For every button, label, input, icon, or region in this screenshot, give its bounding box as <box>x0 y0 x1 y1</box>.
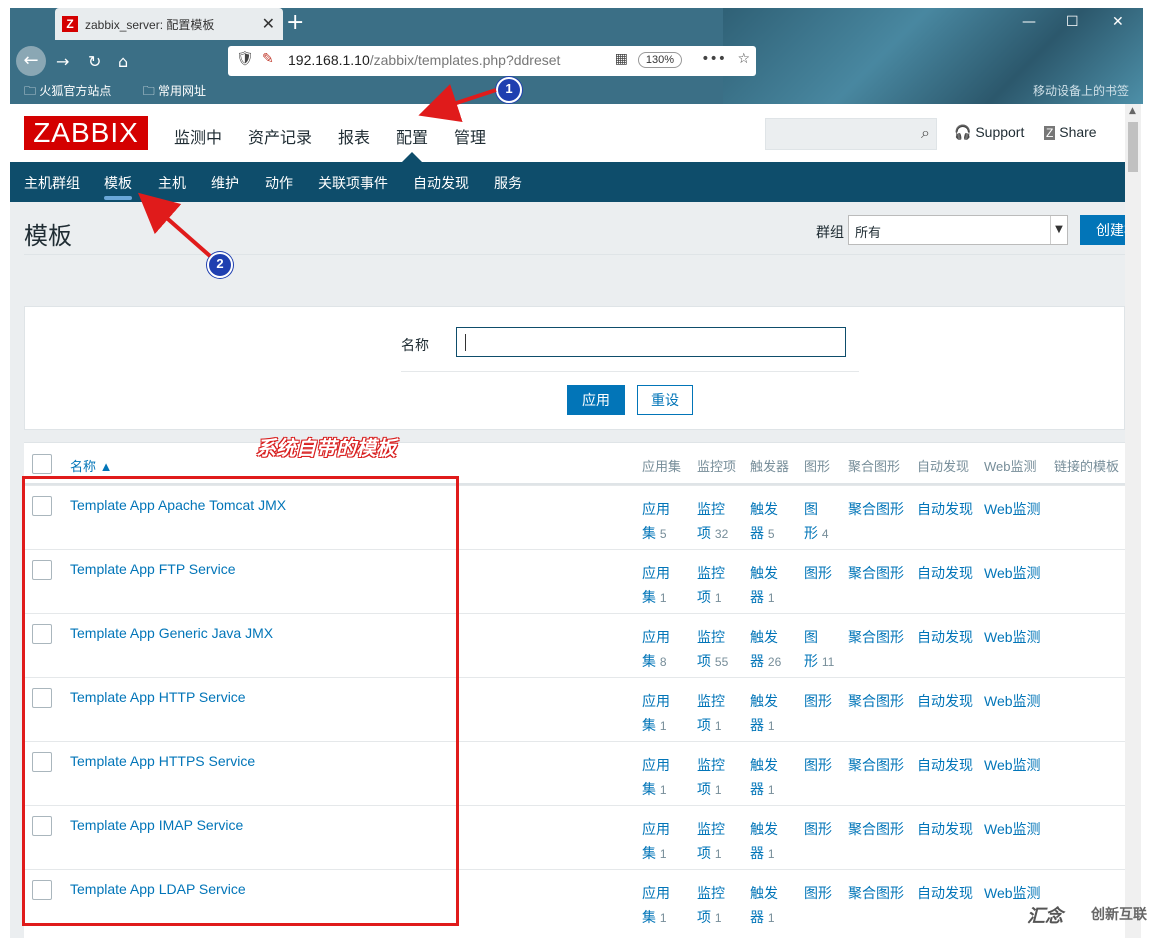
scroll-up-icon[interactable]: ▲ <box>1129 106 1136 116</box>
arrow-1 <box>418 84 497 123</box>
arrow-2 <box>137 192 212 258</box>
annotation-arrows <box>137 84 497 258</box>
watermark-right: 创新互联 <box>1091 906 1147 922</box>
scrollbar-thumb[interactable] <box>1128 122 1138 172</box>
watermark-left: 汇念 <box>1027 906 1063 927</box>
page-scrollbar[interactable]: ▲ <box>1125 104 1141 938</box>
